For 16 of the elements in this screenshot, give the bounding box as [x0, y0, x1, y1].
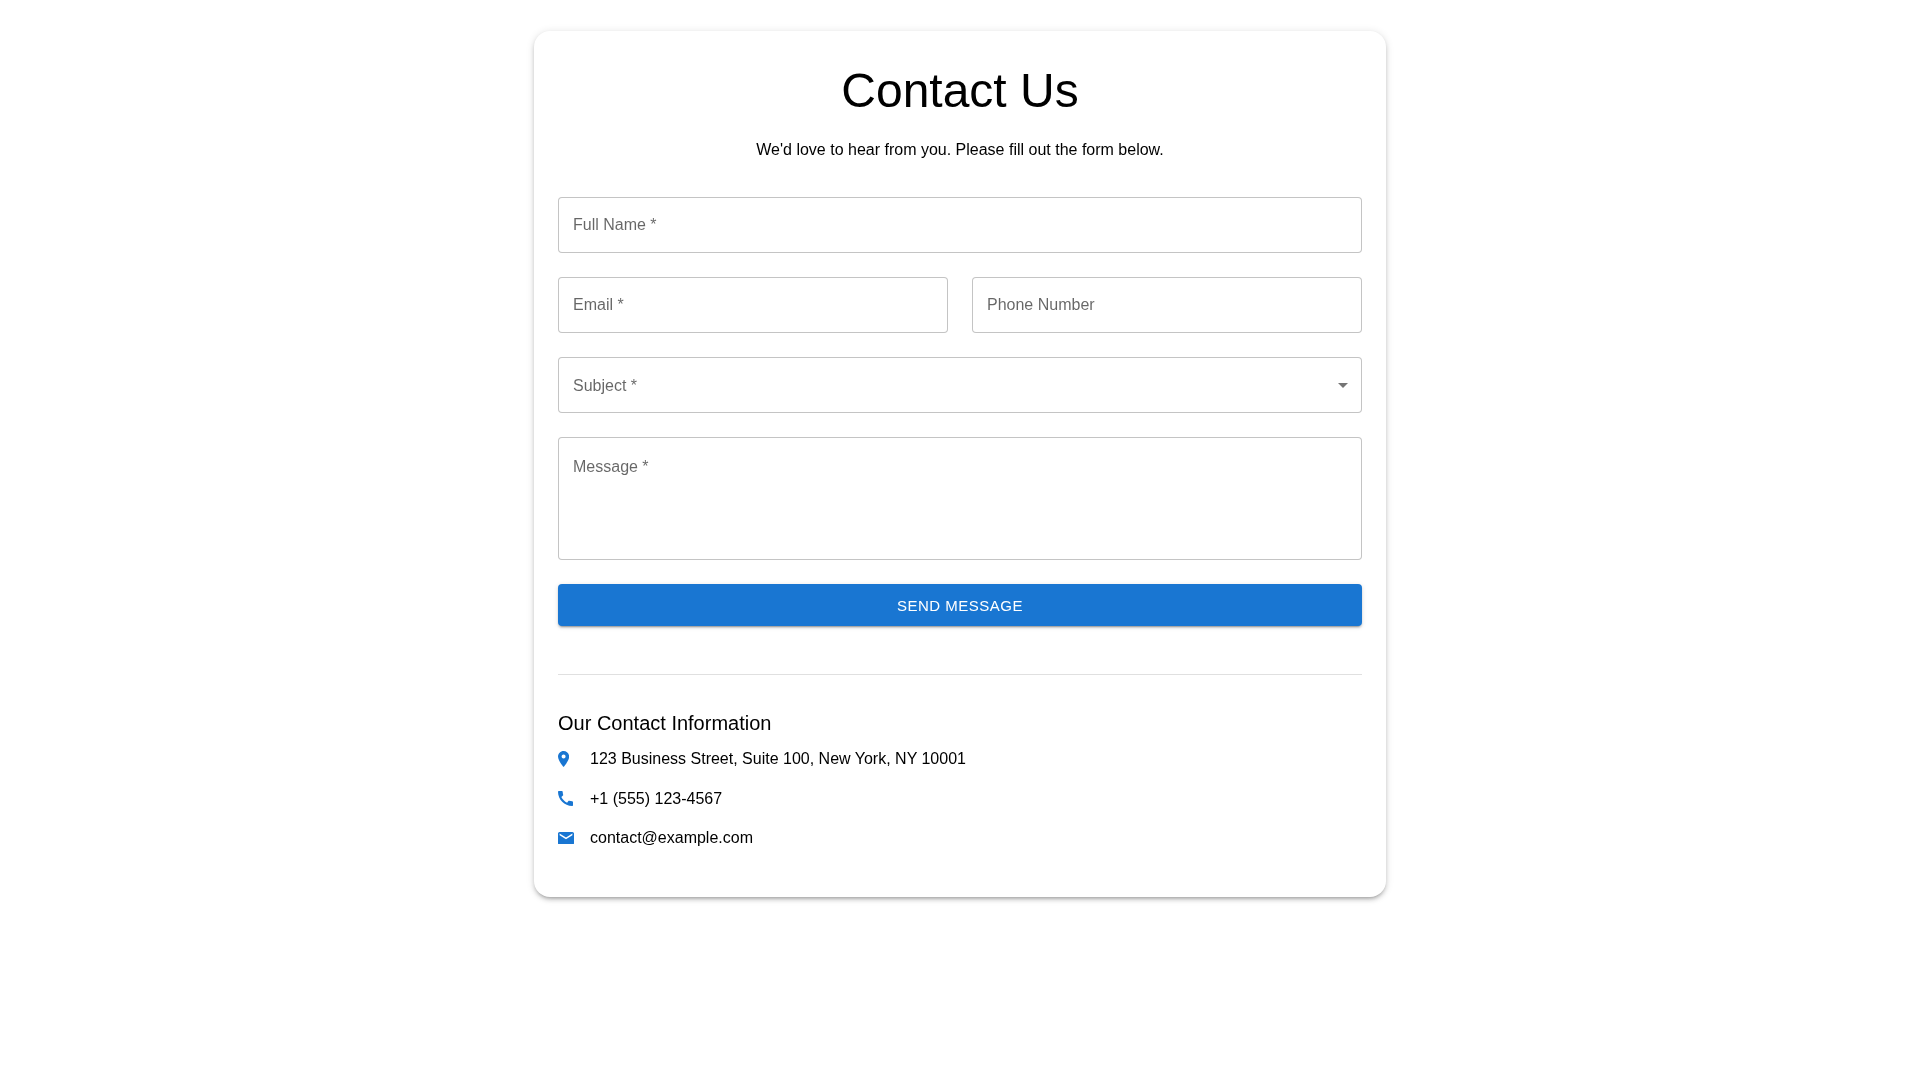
- select-field[interactable]: Subject *: [558, 357, 1362, 413]
- contact-detail-text: +1 (555) 123-4567: [590, 788, 723, 809]
- section-heading: Our Contact Information: [558, 711, 772, 736]
- envelope-icon: [558, 831, 574, 845]
- input-field[interactable]: Email *: [558, 277, 948, 333]
- page-title: Contact Us: [841, 63, 1079, 119]
- input-field[interactable]: Full Name *: [558, 197, 1362, 253]
- contact-detail-text: 123 Business Street, Suite 100, New York, NY 10001: [590, 749, 966, 769]
- phone-icon: [558, 791, 573, 806]
- subtitle-text: We'd love to hear from you. Please fill out the form below.: [756, 140, 1164, 160]
- caret-icon: [1338, 382, 1348, 388]
- contact-detail-text: contact@example.com: [590, 828, 753, 848]
- send-message-button[interactable]: SEND MESSAGE: [558, 584, 1362, 626]
- location-pin-icon: [558, 751, 570, 767]
- textarea-field[interactable]: Message *: [558, 437, 1362, 560]
- input-field[interactable]: Phone Number: [972, 277, 1362, 333]
